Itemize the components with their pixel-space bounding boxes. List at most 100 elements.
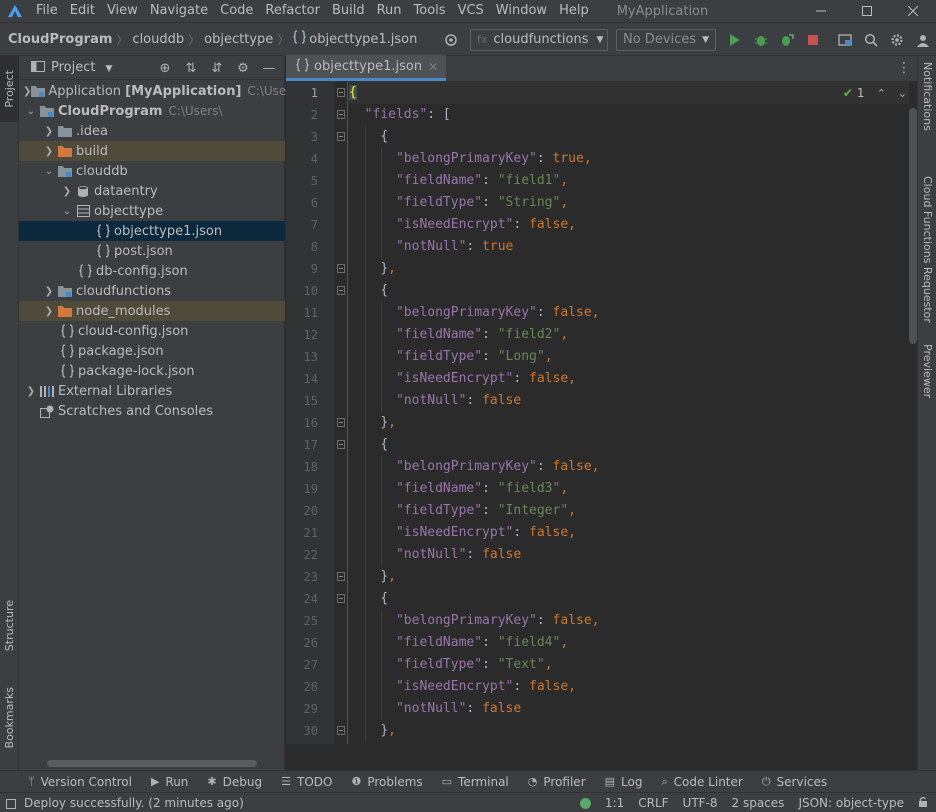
- hide-panel-icon[interactable]: —: [256, 56, 282, 80]
- search-icon[interactable]: [858, 27, 884, 53]
- tree-item-package-lock-json[interactable]: package-lock.json: [19, 361, 285, 381]
- line-separator[interactable]: CRLF: [638, 796, 668, 810]
- attach-debugger-icon[interactable]: [774, 27, 800, 53]
- lock-icon[interactable]: [918, 796, 928, 811]
- stop-icon[interactable]: [800, 27, 826, 53]
- fold-marker-icon[interactable]: [337, 440, 345, 449]
- fold-marker-icon[interactable]: [337, 594, 345, 603]
- code-editor[interactable]: { "fields": [ { "belongPrimaryKey": true…: [349, 82, 909, 744]
- tree-item-cloudfunctions[interactable]: ❯ cloudfunctions: [19, 281, 285, 301]
- status-ok-icon[interactable]: [579, 797, 591, 809]
- fold-marker-icon[interactable]: [337, 286, 345, 295]
- run-config-select[interactable]: fx cloudfunctions ▼: [470, 28, 608, 51]
- close-window-icon[interactable]: [890, 0, 936, 22]
- menu-run[interactable]: Run: [371, 0, 408, 22]
- menu-edit[interactable]: Edit: [64, 0, 101, 22]
- select-opened-file-icon[interactable]: ⊕: [152, 56, 178, 80]
- close-tab-icon[interactable]: ✕: [428, 60, 438, 74]
- menu-navigate[interactable]: Navigate: [144, 0, 214, 22]
- tree-item-objecttype1-json[interactable]: objecttype1.json: [19, 221, 285, 241]
- project-view-select[interactable]: Project ▼: [51, 60, 112, 75]
- tree-item-build[interactable]: ❯ build: [19, 141, 285, 161]
- breadcrumb-clouddb[interactable]: clouddb: [132, 32, 184, 47]
- menu-tools[interactable]: Tools: [408, 0, 452, 22]
- collapse-all-icon[interactable]: ⇵: [204, 56, 230, 80]
- menu-view[interactable]: View: [101, 0, 144, 22]
- tab-objecttype1-json[interactable]: objecttype1.json ✕: [286, 55, 447, 81]
- maximize-icon[interactable]: [844, 0, 890, 22]
- tool-tab-project[interactable]: Project: [0, 56, 19, 122]
- tree-item-scratches[interactable]: Scratches and Consoles: [19, 401, 285, 421]
- caret-position[interactable]: 1:1: [605, 796, 624, 810]
- status-message[interactable]: Deploy successfully. (2 minutes ago): [24, 796, 244, 810]
- tool-todo[interactable]: ☰ TODO: [281, 775, 332, 789]
- tool-problems[interactable]: ❶ Problems: [351, 775, 422, 789]
- run-icon[interactable]: [722, 27, 748, 53]
- fold-marker-icon[interactable]: [337, 572, 345, 581]
- file-encoding[interactable]: UTF-8: [683, 796, 718, 810]
- tool-tab-bookmarks[interactable]: Bookmarks: [0, 674, 19, 762]
- fold-marker-icon[interactable]: [337, 88, 345, 97]
- menu-vcs[interactable]: VCS: [452, 0, 490, 22]
- project-structure-icon[interactable]: [832, 27, 858, 53]
- editor-vertical-scrollbar[interactable]: [909, 108, 917, 344]
- indent-setting[interactable]: 2 spaces: [732, 796, 785, 810]
- tool-code-linter[interactable]: ⌕ Code Linter: [661, 775, 742, 789]
- line-number: 4: [310, 152, 318, 166]
- line-number: 30: [303, 724, 318, 738]
- tree-item-cloudprogram[interactable]: ⌄ CloudProgram C:\Users\: [19, 101, 285, 121]
- settings-gear-icon[interactable]: [884, 27, 910, 53]
- account-icon[interactable]: [910, 27, 936, 53]
- tool-debug[interactable]: ✱ Debug: [207, 775, 262, 789]
- menu-file[interactable]: File: [30, 0, 64, 22]
- tool-terminal[interactable]: ▭ Terminal: [442, 775, 509, 789]
- tree-item-node-modules[interactable]: ❯ node_modules: [19, 301, 285, 321]
- fold-marker-icon[interactable]: [337, 418, 345, 427]
- project-horizontal-scrollbar[interactable]: [47, 760, 257, 767]
- json-file-icon: [296, 57, 309, 76]
- breadcrumb-cloudprogram[interactable]: CloudProgram: [8, 32, 112, 47]
- tool-profiler[interactable]: ◔ Profiler: [528, 775, 586, 789]
- tree-item-clouddb[interactable]: ⌄ clouddb: [19, 161, 285, 181]
- breadcrumb-file[interactable]: objecttype1.json: [309, 32, 417, 47]
- fold-marker-icon[interactable]: [337, 132, 345, 141]
- fold-marker-icon[interactable]: [337, 264, 345, 273]
- tool-tab-notifications[interactable]: Notifications: [918, 62, 936, 131]
- json-schema[interactable]: JSON: object-type: [798, 796, 904, 810]
- menu-code[interactable]: Code: [214, 0, 259, 22]
- info-icon: ❶: [351, 775, 362, 788]
- menu-refactor[interactable]: Refactor: [259, 0, 326, 22]
- menu-build[interactable]: Build: [326, 0, 371, 22]
- tree-item-dataentry[interactable]: ❯ dataentry: [19, 181, 285, 201]
- tree-item-idea[interactable]: ❯ .idea: [19, 121, 285, 141]
- chevron-down-icon[interactable]: ⌄: [898, 87, 907, 100]
- tree-item-application[interactable]: ❯ Application [MyApplication] C:\Users: [19, 81, 297, 101]
- tree-item-objecttype[interactable]: ⌄ objecttype: [19, 201, 285, 221]
- tool-tab-structure[interactable]: Structure: [0, 590, 19, 662]
- tool-version-control[interactable]: ᛘ Version Control: [28, 775, 132, 789]
- expand-all-icon[interactable]: ⇅: [178, 56, 204, 80]
- tree-item-package-json[interactable]: package.json: [19, 341, 285, 361]
- options-gear-icon[interactable]: ⚙: [230, 56, 256, 80]
- inspection-widget[interactable]: ✔ 1 ⌃ ⌄: [843, 86, 907, 100]
- chevron-up-icon[interactable]: ⌃: [877, 87, 886, 100]
- fold-marker-icon[interactable]: [337, 726, 345, 735]
- tree-item-cloud-config-json[interactable]: cloud-config.json: [19, 321, 285, 341]
- fold-marker-icon[interactable]: [337, 110, 345, 119]
- device-select[interactable]: No Devices ▼: [616, 28, 716, 51]
- menu-window[interactable]: Window: [490, 0, 553, 22]
- tree-item-external-libraries[interactable]: ❯ External Libraries: [19, 381, 285, 401]
- tool-tab-previewer[interactable]: Previewer: [918, 344, 936, 398]
- target-icon[interactable]: [438, 27, 464, 53]
- tool-log[interactable]: ▤ Log: [605, 775, 643, 789]
- tool-tab-cloud-functions-requestor[interactable]: Cloud Functions Requestor: [918, 176, 936, 323]
- minimize-icon[interactable]: [798, 0, 844, 22]
- tree-item-db-config-json[interactable]: db-config.json: [19, 261, 285, 281]
- tool-run[interactable]: ▶ Run: [151, 775, 188, 789]
- menu-help[interactable]: Help: [553, 0, 595, 22]
- debug-icon[interactable]: [748, 27, 774, 53]
- tool-services[interactable]: ⏻ Services: [762, 775, 827, 789]
- breadcrumb-objecttype[interactable]: objecttype: [204, 32, 273, 47]
- more-options-icon[interactable]: ⋮: [897, 60, 911, 76]
- tree-item-post-json[interactable]: post.json: [19, 241, 285, 261]
